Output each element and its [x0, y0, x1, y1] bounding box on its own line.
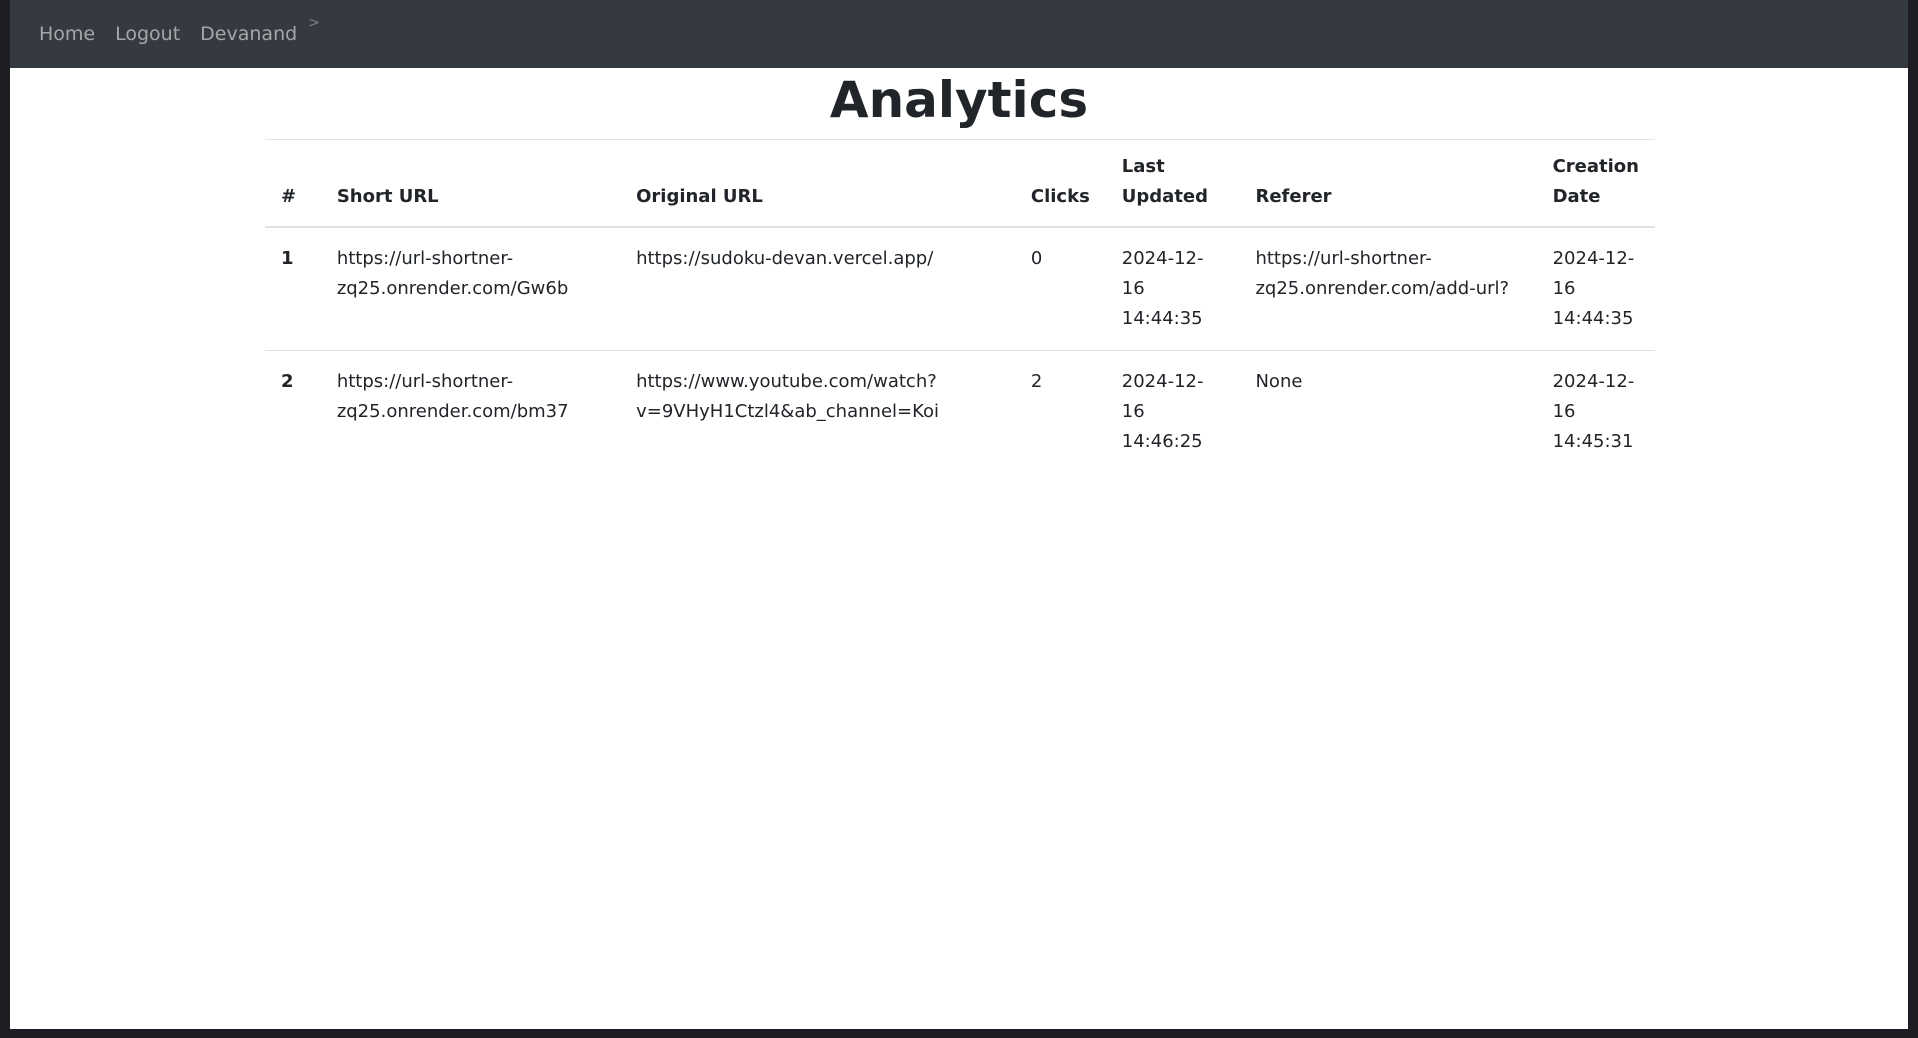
row-num: 1 — [281, 248, 294, 269]
header-original-url: Original URL — [620, 140, 1015, 228]
header-clicks: Clicks — [1014, 140, 1106, 228]
row-clicks: 2 — [1030, 371, 1043, 392]
nav-logout-link[interactable]: Logout — [115, 23, 180, 45]
row-original-url: https://sudoku-devan.vercel.app/ — [636, 248, 934, 269]
header-short-url: Short URL — [320, 140, 621, 228]
table-body: 1 https://url-shortner-zq25.onrender.com… — [265, 227, 1655, 473]
table-header: # Short URL Original URL Clicks Last Upd… — [265, 140, 1655, 228]
header-num: # — [265, 140, 321, 228]
table-row: 2 https://url-shortner-zq25.onrender.com… — [265, 351, 1655, 474]
header-referer: Referer — [1239, 140, 1537, 228]
header-last-updated: Last Updated — [1105, 140, 1240, 228]
table-header-row: # Short URL Original URL Clicks Last Upd… — [265, 140, 1655, 228]
navbar: Home Logout Devanand > — [10, 0, 1908, 68]
table-row: 1 https://url-shortner-zq25.onrender.com… — [265, 227, 1655, 351]
header-creation-date: Creation Date — [1536, 140, 1655, 228]
browser-viewport: Home Logout Devanand > Analytics # Short… — [10, 0, 1908, 1029]
analytics-table-container: # Short URL Original URL Clicks Last Upd… — [265, 139, 1655, 473]
nav-separator: > — [308, 15, 320, 31]
row-short-url: https://url-shortner-zq25.onrender.com/b… — [336, 371, 569, 422]
row-last-updated: 2024-12-16 14:44:35 — [1121, 248, 1204, 329]
row-referer: https://url-shortner-zq25.onrender.com/a… — [1255, 248, 1510, 299]
row-last-updated: 2024-12-16 14:46:25 — [1121, 371, 1204, 452]
page-title: Analytics — [829, 71, 1089, 129]
row-creation-date: 2024-12-16 14:45:31 — [1552, 371, 1635, 452]
row-short-url: https://url-shortner-zq25.onrender.com/G… — [336, 248, 569, 299]
row-referer: None — [1255, 371, 1303, 392]
row-clicks: 0 — [1030, 248, 1043, 269]
row-original-url: https://www.youtube.com/watch?v=9VHyH1Ct… — [636, 371, 940, 422]
row-creation-date: 2024-12-16 14:44:35 — [1552, 248, 1635, 329]
nav-home-link[interactable]: Home — [39, 23, 95, 45]
nav-user-link[interactable]: Devanand — [200, 23, 297, 45]
analytics-table: # Short URL Original URL Clicks Last Upd… — [265, 140, 1655, 473]
row-num: 2 — [281, 371, 294, 392]
